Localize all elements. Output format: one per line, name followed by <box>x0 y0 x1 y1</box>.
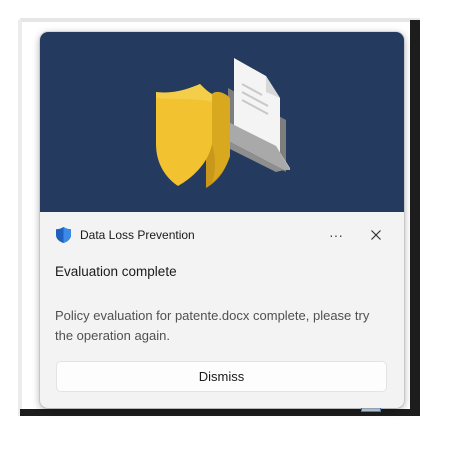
window-frame-left <box>18 20 22 416</box>
notification-title: Evaluation complete <box>55 264 177 279</box>
close-icon <box>371 230 381 240</box>
window-frame-top <box>20 18 420 22</box>
close-button[interactable] <box>362 222 390 248</box>
toast-notification: Data Loss Prevention ··· Evaluation comp… <box>40 32 404 408</box>
shield-document-illustration <box>156 58 290 188</box>
window-frame-right <box>410 20 420 416</box>
notification-body: Policy evaluation for patente.docx compl… <box>55 308 370 343</box>
shield-icon <box>55 226 72 244</box>
screenshot-stage: Data Loss Prevention ··· Evaluation comp… <box>0 0 462 459</box>
hero-image <box>40 32 404 212</box>
more-options-button[interactable]: ··· <box>321 222 351 248</box>
dismiss-button[interactable]: Dismiss <box>56 361 387 392</box>
window-frame-bottom <box>20 409 420 416</box>
app-name: Data Loss Prevention <box>80 228 195 242</box>
toast-header: Data Loss Prevention ··· <box>40 222 404 248</box>
